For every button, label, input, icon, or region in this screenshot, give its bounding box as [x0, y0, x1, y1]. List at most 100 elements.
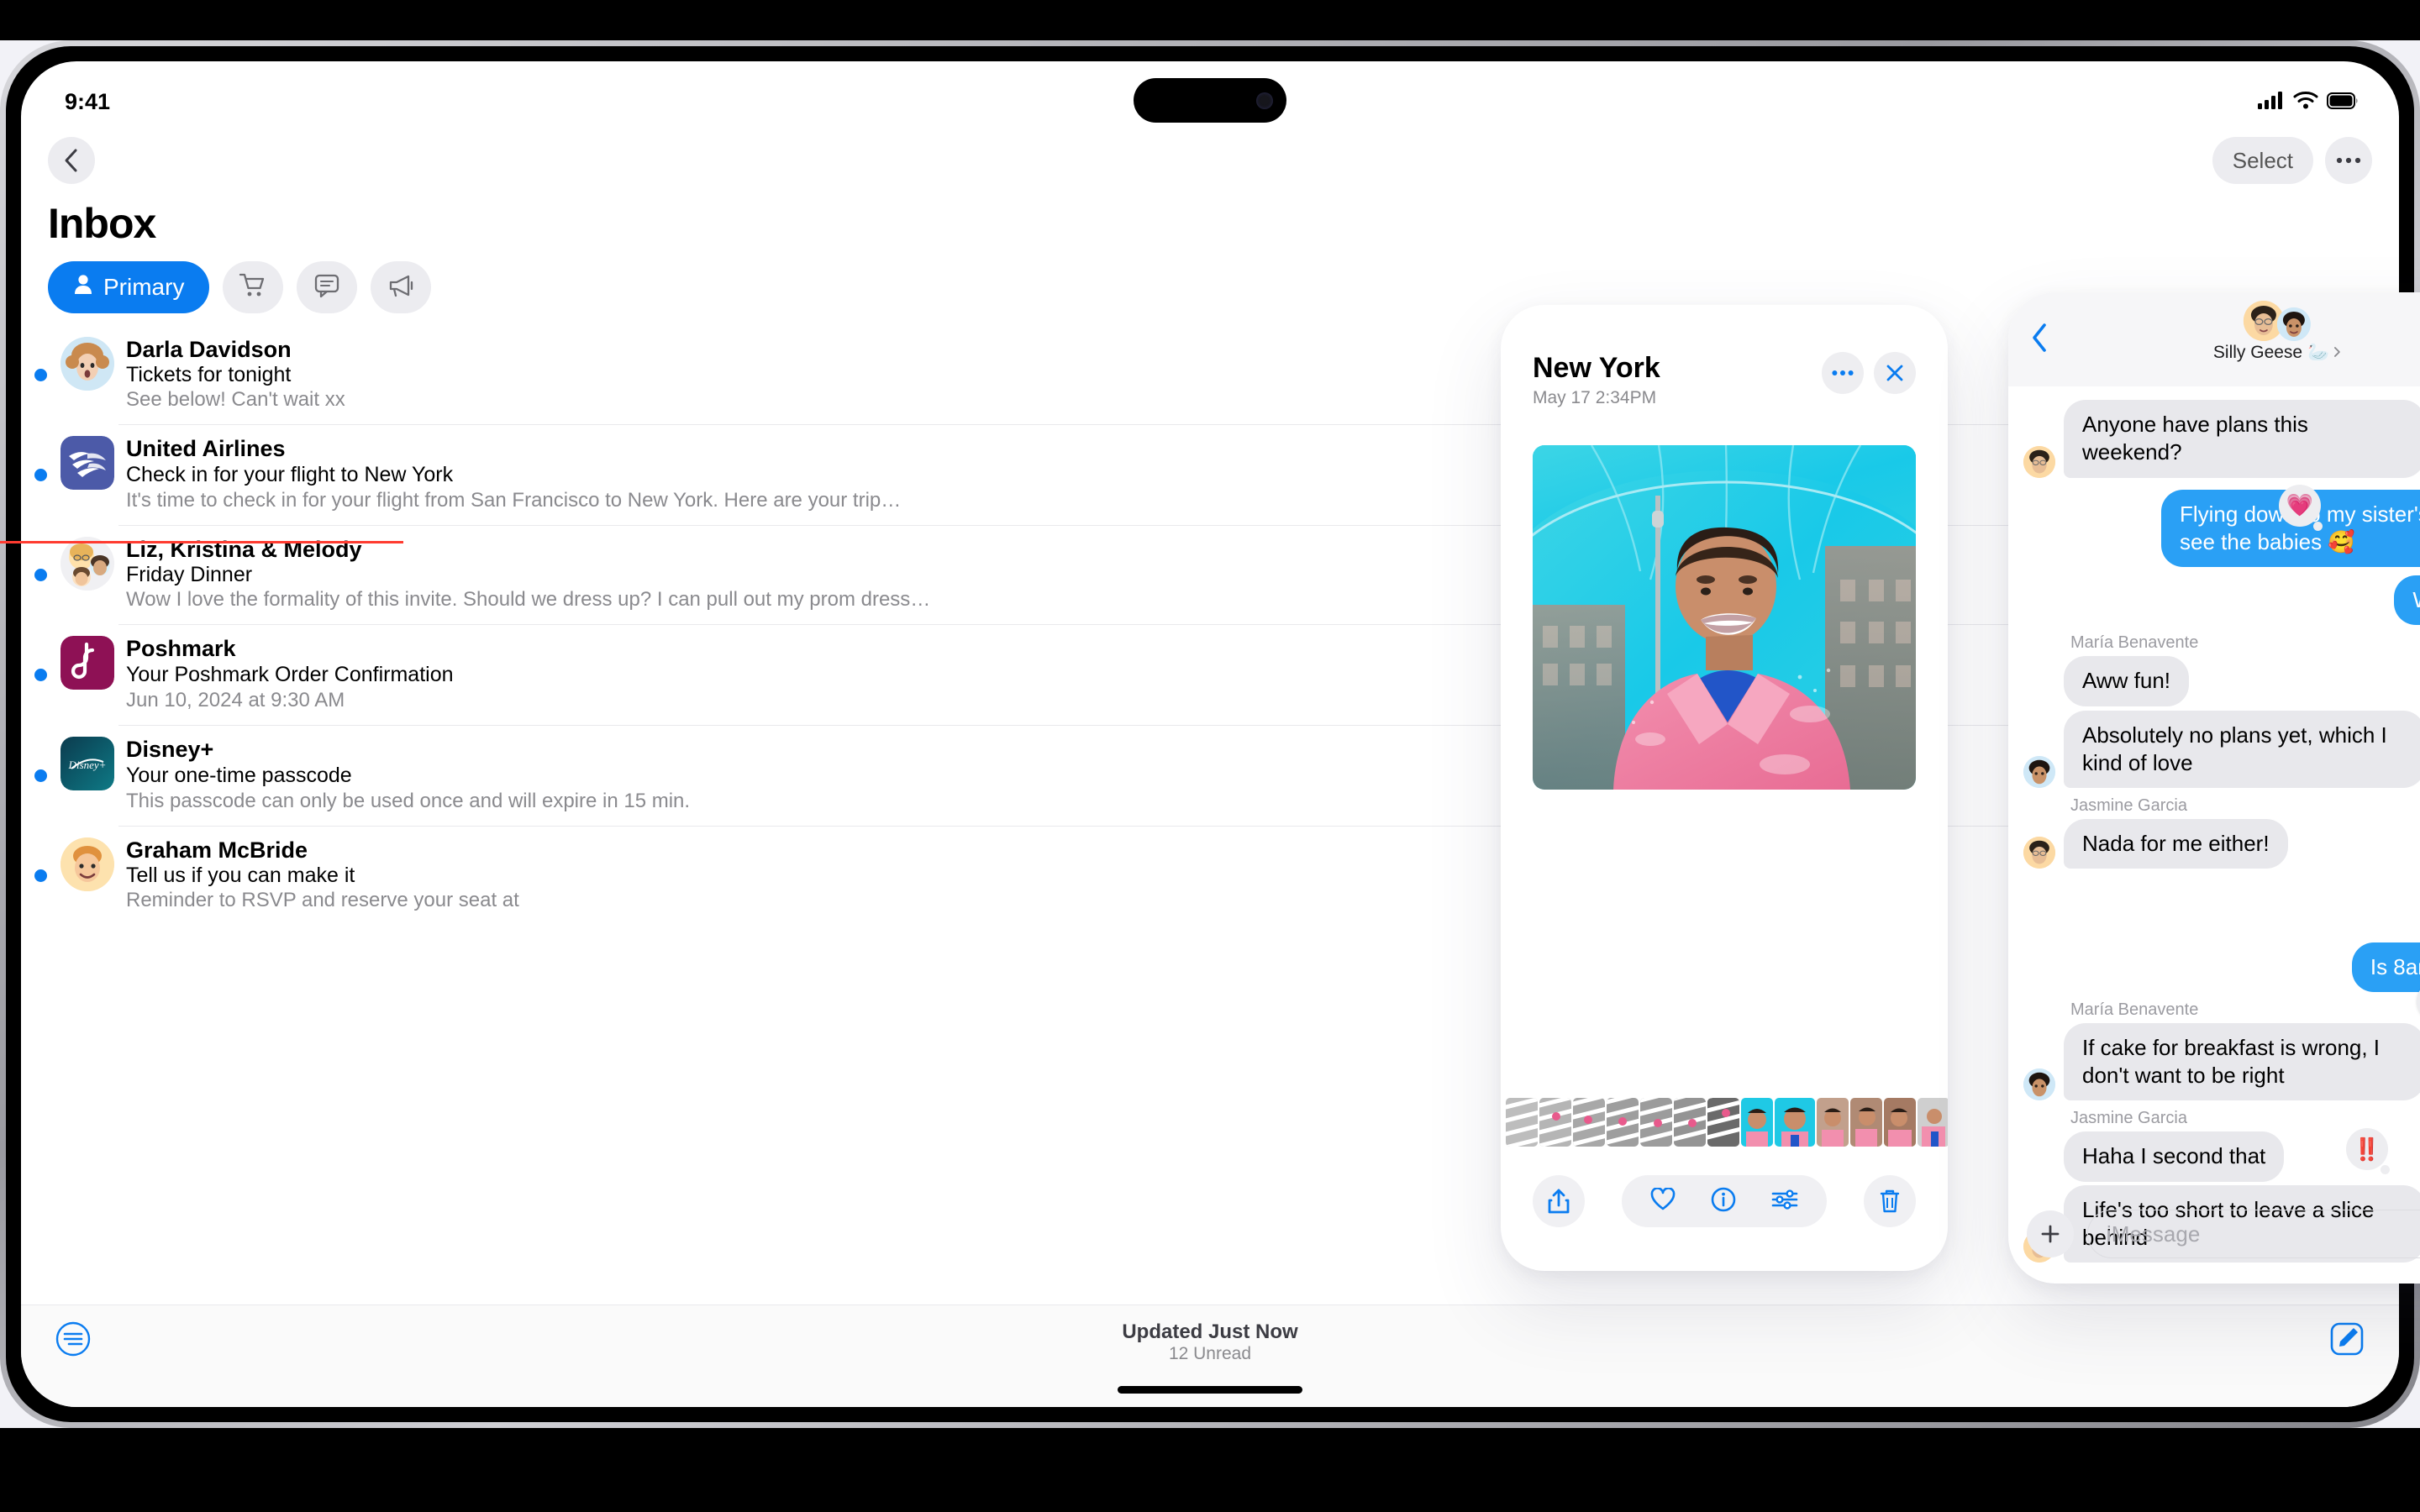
filmstrip-frame[interactable] [1918, 1098, 1948, 1147]
back-chevron-icon[interactable] [2030, 323, 2049, 357]
unread-dot [34, 769, 47, 782]
filmstrip-frame[interactable] [1539, 1098, 1571, 1147]
photos-date: May 17 2:34PM [1533, 388, 1657, 407]
group-name-text: Silly Geese 🦢 [2212, 343, 2330, 362]
filmstrip-frame[interactable] [1707, 1098, 1739, 1147]
cellular-signal-icon [2258, 89, 2285, 115]
mail-sender: Liz, Kristina & Melody [126, 537, 362, 562]
photos-filmstrip[interactable] [1501, 1098, 1948, 1147]
avatar [2023, 1068, 2055, 1101]
message-bubble[interactable]: What about y'all? [2394, 575, 2420, 626]
message-group[interactable]: Aww fun! Absolutely no plans yet, which … [2023, 656, 2420, 789]
filmstrip-frame-selected[interactable] [1775, 1098, 1815, 1147]
filmstrip-frame[interactable] [1817, 1098, 1849, 1147]
tab-updates[interactable] [297, 261, 358, 313]
message-group[interactable]: Nada for me either! [2023, 819, 2420, 869]
avatar: Disney+ [60, 737, 114, 790]
heart-icon[interactable] [1650, 1186, 1676, 1215]
photo-image [1533, 445, 1916, 790]
avatar [60, 337, 114, 391]
message-group[interactable]: Anyone have plans this weekend? [2023, 400, 2420, 478]
back-icon[interactable] [48, 137, 95, 184]
messages-group-name: Silly Geese 🦢 [2213, 343, 2341, 363]
message-sender-name: María Benavente [2070, 633, 2199, 653]
avatar [60, 436, 114, 490]
messages-thread[interactable]: Anyone have plans this weekend? 💗 Flying… [2008, 386, 2420, 1263]
message-bubble[interactable]: Aww fun! [2064, 656, 2190, 706]
filter-icon[interactable] [55, 1320, 92, 1362]
message-group[interactable]: Flying down to my sister's place to see … [2023, 489, 2420, 568]
tab-primary[interactable]: Primary [48, 261, 210, 313]
message-bubble[interactable]: Anyone have plans this weekend? [2064, 400, 2420, 478]
more-icon[interactable] [2325, 137, 2372, 184]
message-group[interactable]: Quick question [2023, 884, 2420, 933]
message-bubble[interactable]: Haha I second that [2064, 1131, 2285, 1182]
unread-dot [34, 368, 47, 381]
filmstrip-frame[interactable] [1741, 1098, 1773, 1147]
cart-icon [239, 272, 267, 303]
mail-sender: Darla Davidson [126, 337, 292, 362]
mail-sender: Disney+ [126, 737, 214, 762]
avatar [60, 636, 114, 690]
tapback-emoji-smile[interactable]: 😋 [2417, 980, 2420, 1021]
message-sender-name: María Benavente [2070, 1000, 2199, 1019]
message-bubble[interactable]: Absolutely no plans yet, which I kind of… [2064, 710, 2420, 789]
photo-viewer[interactable] [1533, 445, 1916, 790]
dynamic-island [1134, 78, 1286, 123]
message-bubble[interactable]: If cake for breakfast is wrong, I don't … [2064, 1022, 2420, 1101]
photos-toolbar [1501, 1175, 1948, 1227]
filmstrip-frame[interactable] [1674, 1098, 1706, 1147]
compose-icon[interactable] [2328, 1320, 2365, 1362]
message-sender-name: Jasmine Garcia [2070, 1109, 2187, 1128]
megaphone-icon [387, 273, 415, 302]
message-sender-name: Jasmine Garcia [2070, 796, 2187, 816]
mail-nav-bar: Select [21, 130, 2399, 184]
imessage-input[interactable]: iMessage [2087, 1210, 2420, 1258]
filmstrip-frame[interactable] [1573, 1098, 1605, 1147]
filmstrip-frame[interactable] [1640, 1098, 1672, 1147]
letterbox-bottom [0, 1428, 2420, 1512]
imessage-placeholder: iMessage [2107, 1221, 2201, 1247]
avatar-spacer [2023, 1150, 2055, 1182]
unread-dot [34, 568, 47, 581]
message-group[interactable]: Is 8am too early for cake? [2023, 942, 2420, 992]
message-group[interactable]: What about y'all? [2023, 575, 2420, 626]
tab-transactions[interactable] [223, 261, 284, 313]
person-icon [73, 274, 93, 302]
message-bubble[interactable]: Is 8am too early for cake? [2351, 942, 2420, 992]
battery-icon [2327, 89, 2359, 115]
mail-sender: Graham McBride [126, 837, 308, 863]
tab-promotions[interactable] [371, 261, 432, 313]
tapback-row[interactable]: 😋 🙌 🍰 [2417, 980, 2420, 1021]
device-showcase-stage: June M 10 [0, 40, 2420, 1428]
wifi-icon [2293, 89, 2318, 115]
trash-icon[interactable] [1864, 1175, 1916, 1227]
message-group[interactable]: If cake for breakfast is wrong, I don't … [2023, 1022, 2420, 1101]
more-icon[interactable] [1822, 352, 1864, 394]
avatar [60, 837, 114, 891]
messages-app-panel: Silly Geese 🦢 Anyone have plans this wee… [2008, 292, 2420, 1284]
message-bubble[interactable]: Nada for me either! [2064, 819, 2288, 869]
photos-header: New York May 17 2:34PM [1501, 305, 1948, 408]
add-attachment-icon[interactable] [2027, 1210, 2074, 1257]
svg-text:Disney+: Disney+ [68, 759, 107, 771]
avatar [2023, 837, 2055, 869]
filmstrip-frame[interactable] [1506, 1098, 1538, 1147]
filmstrip-frame[interactable] [1607, 1098, 1639, 1147]
select-button[interactable]: Select [2212, 137, 2313, 184]
current-time-indicator [0, 541, 403, 543]
close-icon[interactable] [1874, 352, 1916, 394]
filmstrip-frame[interactable] [1850, 1098, 1882, 1147]
adjust-icon[interactable] [1771, 1189, 1798, 1215]
tab-primary-label: Primary [103, 274, 185, 300]
chevron-right-icon [2333, 343, 2341, 363]
avatar [2023, 756, 2055, 789]
photos-title: New York [1533, 352, 1660, 384]
filmstrip-frame[interactable] [1884, 1098, 1916, 1147]
tapback-heart[interactable]: 💗 [2279, 484, 2323, 531]
iphone-device: 9:41 Select Inbox Primary Darla Davidson… [0, 40, 2420, 1428]
status-time: 9:41 [65, 88, 111, 114]
info-icon[interactable] [1711, 1187, 1736, 1216]
messages-group-header[interactable]: Silly Geese 🦢 [2213, 301, 2341, 363]
share-icon[interactable] [1533, 1175, 1585, 1227]
